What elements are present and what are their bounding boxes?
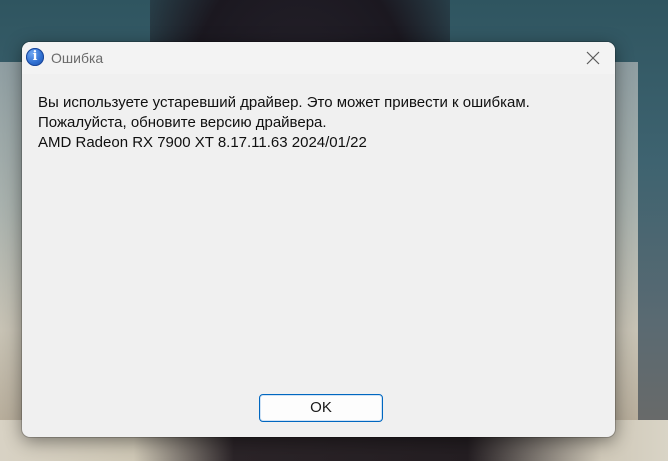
close-button[interactable] bbox=[571, 42, 615, 74]
ok-button[interactable]: OK bbox=[259, 394, 383, 422]
dialog-title: Ошибка bbox=[51, 50, 104, 66]
message-line-1: Вы используете устаревший драйвер. Это м… bbox=[38, 94, 530, 111]
info-icon: i bbox=[26, 48, 44, 66]
message-line-3: AMD Radeon RX 7900 XT 8.17.11.63 2024/01… bbox=[38, 134, 367, 151]
dialog-titlebar[interactable]: i Ошибка bbox=[22, 42, 615, 74]
error-dialog: i Ошибка Вы используете устаревший драйв… bbox=[22, 42, 615, 437]
dialog-message: Вы используете устаревший драйвер. Это м… bbox=[38, 93, 603, 153]
message-line-2: Пожалуйста, обновите версию драйвера. bbox=[38, 114, 327, 131]
close-icon bbox=[586, 51, 600, 65]
